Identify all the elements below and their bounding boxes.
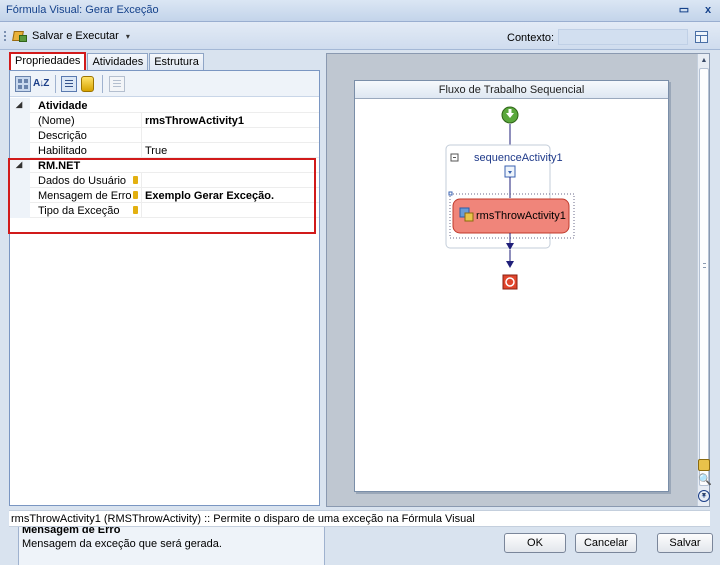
save-button[interactable]: Salvar bbox=[657, 533, 713, 553]
dropdown-caret-icon[interactable]: ▾ bbox=[126, 32, 130, 41]
zoom-icon[interactable]: + bbox=[698, 490, 710, 502]
properties-panel: A↓Z ◢ Atividade (Nome) rmsThrowActivity1… bbox=[9, 70, 325, 565]
sequence-label: sequenceActivity1 bbox=[474, 152, 563, 164]
property-name: Habilitado bbox=[38, 145, 87, 157]
window-title: Fórmula Visual: Gerar Exceção bbox=[6, 4, 159, 16]
help-description: Mensagem da exceção que será gerada. bbox=[22, 538, 222, 550]
status-text: rmsThrowActivity1 (RMSThrowActivity) :: … bbox=[11, 513, 475, 525]
toolbar-divider bbox=[55, 75, 56, 93]
property-row[interactable]: (Nome) rmsThrowActivity1 bbox=[10, 113, 319, 128]
restore-icon[interactable]: ▭ bbox=[676, 2, 692, 18]
find-icon[interactable]: 🔍 bbox=[698, 474, 712, 486]
save-execute-icon bbox=[12, 29, 28, 43]
property-name: Descrição bbox=[38, 130, 87, 142]
context-table-icon[interactable] bbox=[695, 31, 708, 43]
save-execute-label: Salvar e Executar bbox=[32, 30, 119, 42]
property-value[interactable]: rmsThrowActivity1 bbox=[145, 115, 244, 127]
property-toolbar: A↓Z bbox=[10, 71, 319, 97]
categorized-icon[interactable] bbox=[15, 76, 31, 92]
collapse-icon[interactable]: ◢ bbox=[16, 100, 22, 109]
designer-scrollbar[interactable]: ▲ ▼ bbox=[697, 54, 709, 506]
toolbar-divider bbox=[102, 75, 103, 93]
property-pages-icon[interactable] bbox=[109, 76, 125, 92]
close-icon[interactable]: x bbox=[700, 2, 716, 18]
left-tabs: Propriedades Atividades Estrutura bbox=[9, 52, 205, 71]
scroll-thumb[interactable] bbox=[699, 68, 709, 486]
title-bar: Fórmula Visual: Gerar Exceção ▭ x bbox=[0, 0, 720, 22]
status-bar: rmsThrowActivity1 (RMSThrowActivity) :: … bbox=[9, 510, 710, 527]
tab-atividades[interactable]: Atividades bbox=[87, 53, 149, 71]
workflow-canvas[interactable]: Fluxo de Trabalho Sequencial bbox=[354, 80, 669, 492]
scroll-up-icon[interactable]: ▲ bbox=[698, 55, 710, 67]
view-icon[interactable] bbox=[698, 459, 710, 471]
save-execute-button[interactable]: Salvar e Executar ▾ bbox=[12, 28, 130, 44]
events-icon[interactable] bbox=[81, 76, 94, 92]
toolbar-grip-icon[interactable] bbox=[4, 31, 6, 41]
property-row[interactable]: Descrição bbox=[10, 128, 319, 143]
property-row[interactable]: Habilitado True bbox=[10, 143, 319, 158]
tab-estrutura[interactable]: Estrutura bbox=[149, 53, 204, 71]
context-label: Contexto: bbox=[507, 32, 555, 44]
category-row-atividade[interactable]: ◢ Atividade bbox=[10, 98, 319, 113]
category-label: Atividade bbox=[38, 100, 88, 112]
alphabetical-icon[interactable]: A↓Z bbox=[33, 76, 49, 92]
tab-propriedades[interactable]: Propriedades bbox=[9, 52, 87, 71]
workflow-title: Fluxo de Trabalho Sequencial bbox=[355, 81, 668, 99]
throw-activity-label: rmsThrowActivity1 bbox=[476, 210, 566, 222]
context-field[interactable] bbox=[558, 29, 688, 45]
rmnet-highlight-box bbox=[8, 158, 316, 234]
main-toolbar: Salvar e Executar ▾ Contexto: bbox=[0, 22, 720, 50]
property-name: (Nome) bbox=[38, 115, 75, 127]
properties-icon[interactable] bbox=[61, 76, 77, 92]
cancel-button[interactable]: Cancelar bbox=[575, 533, 637, 553]
property-value[interactable]: True bbox=[145, 145, 167, 157]
ok-button[interactable]: OK bbox=[504, 533, 566, 553]
